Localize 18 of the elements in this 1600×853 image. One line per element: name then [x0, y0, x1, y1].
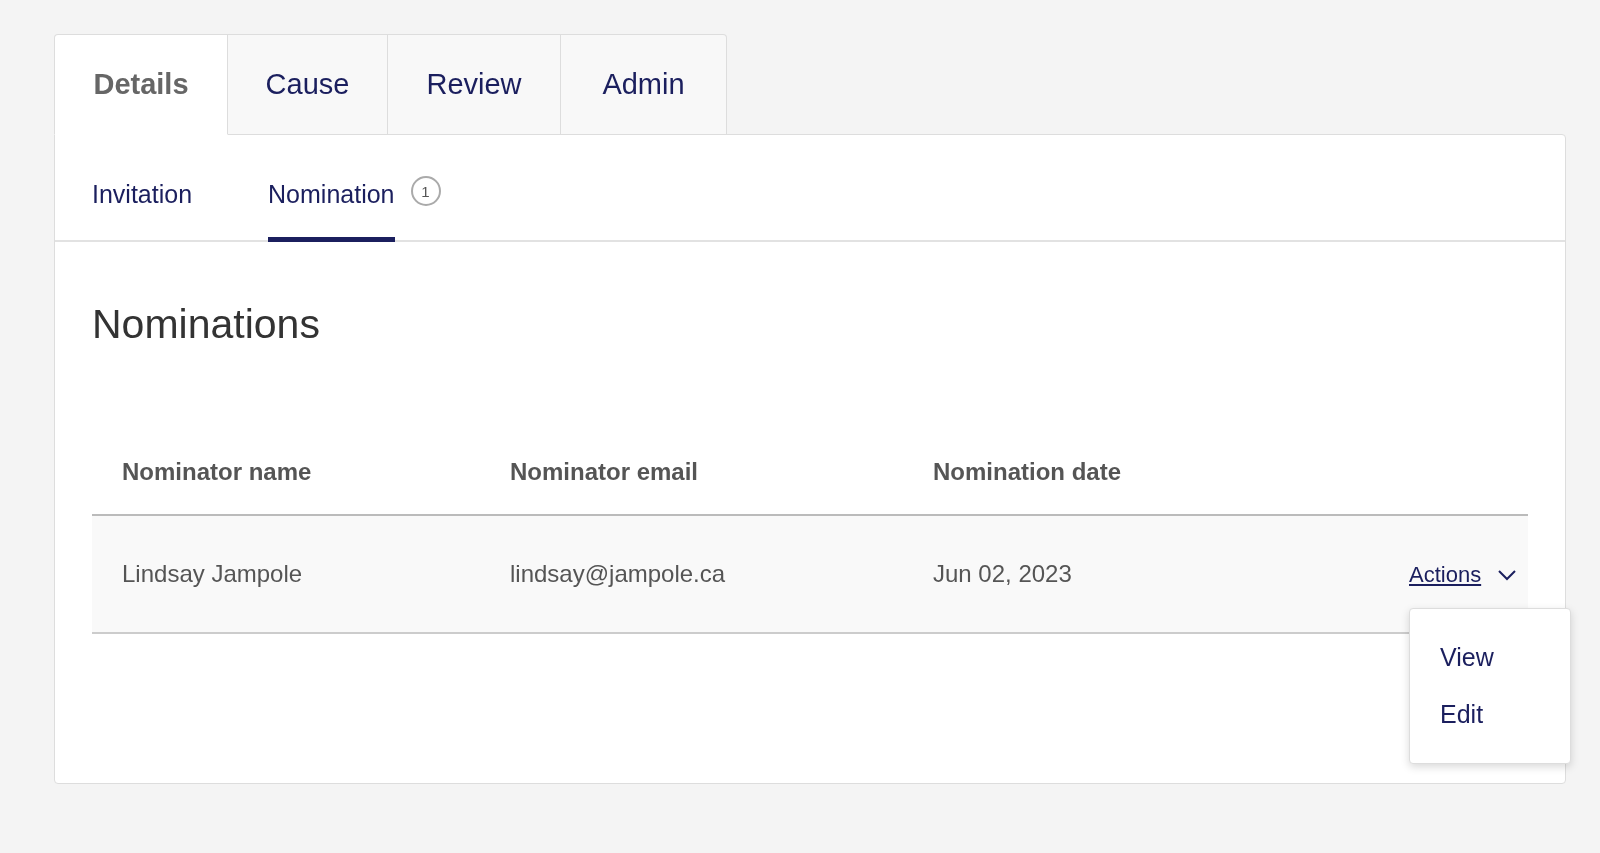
- menu-item[interactable]: View: [1410, 629, 1570, 686]
- table-cell-text: lindsay@jampole.ca: [509, 560, 727, 588]
- subtab[interactable]: Nomination: [268, 140, 395, 242]
- table-cell-text: Lindsay Jampole: [121, 560, 304, 588]
- tab[interactable]: Review: [388, 34, 561, 135]
- tab[interactable]: Details: [54, 34, 228, 135]
- tab[interactable]: Cause: [228, 34, 388, 135]
- count-badge: 1: [410, 176, 441, 206]
- table-cell-text: Jun 02, 2023: [932, 560, 1073, 588]
- menu-item[interactable]: Edit: [1410, 686, 1570, 743]
- actions-link[interactable]: Actions: [1409, 562, 1518, 588]
- column-header: Nominator email: [509, 457, 700, 487]
- caret-icon: [1497, 569, 1518, 581]
- tab[interactable]: Admin: [561, 34, 727, 135]
- subtab[interactable]: Invitation: [92, 140, 193, 242]
- section-heading: Nominations: [92, 300, 321, 349]
- column-header: Nominator name: [121, 457, 313, 487]
- column-header: Nomination date: [932, 457, 1122, 487]
